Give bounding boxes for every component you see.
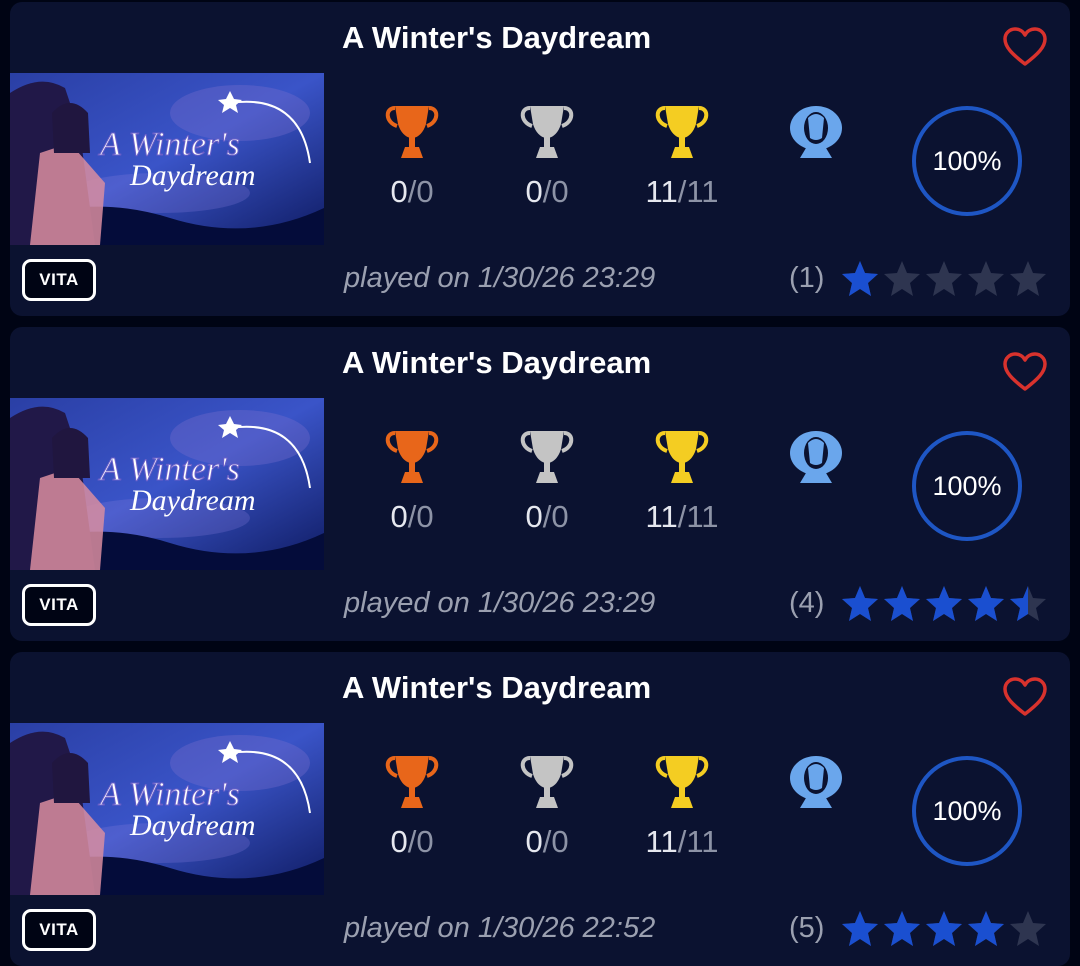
star-icon[interactable]	[924, 909, 964, 949]
silver-trophy-icon	[512, 102, 582, 162]
gold-earned: 11	[645, 499, 678, 534]
bronze-trophy-count: 0/0	[390, 499, 434, 534]
platform-badge: VITA	[22, 259, 96, 301]
gold-total: 11	[686, 499, 719, 534]
star-icon[interactable]	[840, 259, 880, 299]
bronze-earned: 0	[390, 499, 408, 534]
game-cover-art: A Winter's Daydream	[10, 723, 324, 895]
cover-logo-line2: Daydream	[129, 484, 256, 517]
platform-badge: VITA	[22, 584, 96, 626]
star-icon[interactable]	[924, 259, 964, 299]
gold-trophy-icon	[647, 102, 717, 162]
bronze-earned: 0	[390, 824, 408, 859]
last-played: played on 1/30/26 23:29	[344, 262, 656, 294]
completion-percent: 100%	[932, 795, 1002, 826]
game-card[interactable]: A Winter's Daydream VITA A Winter's Dayd…	[10, 327, 1070, 641]
gold-total: 11	[686, 824, 719, 859]
game-card[interactable]: A Winter's Daydream VITA A Winter's Dayd…	[10, 2, 1070, 316]
game-cover-art: A Winter's Daydream	[10, 73, 324, 245]
cover-logo-line1: A Winter's	[98, 126, 240, 163]
star-icon[interactable]	[1008, 259, 1048, 299]
bronze-trophy-count: 0/0	[390, 174, 434, 209]
completion-percent: 100%	[932, 470, 1002, 501]
bronze-trophy-icon	[377, 427, 447, 487]
star-icon[interactable]	[966, 909, 1006, 949]
cover-logo-line2: Daydream	[129, 159, 256, 192]
cover-logo-line2: Daydream	[129, 809, 256, 842]
gold-trophy-icon	[647, 427, 717, 487]
rating-count: (4)	[789, 587, 825, 619]
rating-count: (5)	[789, 912, 825, 944]
star-icon[interactable]	[882, 909, 922, 949]
silver-earned: 0	[525, 499, 543, 534]
game-card[interactable]: A Winter's Daydream VITA A Winter's Dayd…	[10, 652, 1070, 966]
silver-trophy-count: 0/0	[525, 824, 569, 859]
star-icon[interactable]	[840, 584, 880, 624]
silver-earned: 0	[525, 824, 543, 859]
star-icon[interactable]	[966, 584, 1006, 624]
silver-earned: 0	[525, 174, 543, 209]
bronze-trophy-count: 0/0	[390, 824, 434, 859]
game-title: A Winter's Daydream	[342, 20, 652, 55]
silver-trophy-icon	[512, 752, 582, 812]
bronze-total: 0	[416, 499, 434, 534]
gold-earned: 11	[645, 824, 678, 859]
gold-trophy-count: 11/11	[645, 499, 719, 534]
platinum-trophy-icon	[781, 752, 851, 812]
game-cover-art: A Winter's Daydream	[10, 398, 324, 570]
last-played: played on 1/30/26 22:52	[344, 912, 656, 944]
silver-total: 0	[551, 499, 569, 534]
star-icon[interactable]	[1008, 909, 1048, 949]
rating-count: (1)	[789, 262, 825, 294]
gold-trophy-count: 11/11	[645, 824, 719, 859]
bronze-earned: 0	[390, 174, 408, 209]
star-icon[interactable]	[840, 909, 880, 949]
cover-logo-line1: A Winter's	[98, 451, 240, 488]
heart-outline-icon[interactable]	[1002, 676, 1048, 718]
completion-percent: 100%	[932, 145, 1002, 176]
silver-trophy-count: 0/0	[525, 174, 569, 209]
star-icon[interactable]	[924, 584, 964, 624]
platinum-trophy-icon	[781, 102, 851, 162]
star-icon[interactable]	[882, 584, 922, 624]
game-title: A Winter's Daydream	[342, 670, 652, 705]
last-played: played on 1/30/26 23:29	[344, 587, 656, 619]
platform-badge: VITA	[22, 909, 96, 951]
heart-outline-icon[interactable]	[1002, 26, 1048, 68]
cover-logo-line1: A Winter's	[98, 776, 240, 813]
gold-trophy-icon	[647, 752, 717, 812]
gold-earned: 11	[645, 174, 678, 209]
game-title: A Winter's Daydream	[342, 345, 652, 380]
star-icon[interactable]	[966, 259, 1006, 299]
bronze-trophy-icon	[377, 102, 447, 162]
silver-total: 0	[551, 824, 569, 859]
bronze-total: 0	[416, 824, 434, 859]
platinum-trophy-icon	[781, 427, 851, 487]
silver-total: 0	[551, 174, 569, 209]
star-icon[interactable]	[882, 259, 922, 299]
bronze-trophy-icon	[377, 752, 447, 812]
silver-trophy-count: 0/0	[525, 499, 569, 534]
game-list: A Winter's Daydream VITA A Winter's Dayd…	[0, 0, 1080, 966]
star-icon[interactable]	[1008, 584, 1048, 624]
bronze-total: 0	[416, 174, 434, 209]
silver-trophy-icon	[512, 427, 582, 487]
gold-total: 11	[686, 174, 719, 209]
heart-outline-icon[interactable]	[1002, 351, 1048, 393]
gold-trophy-count: 11/11	[645, 174, 719, 209]
